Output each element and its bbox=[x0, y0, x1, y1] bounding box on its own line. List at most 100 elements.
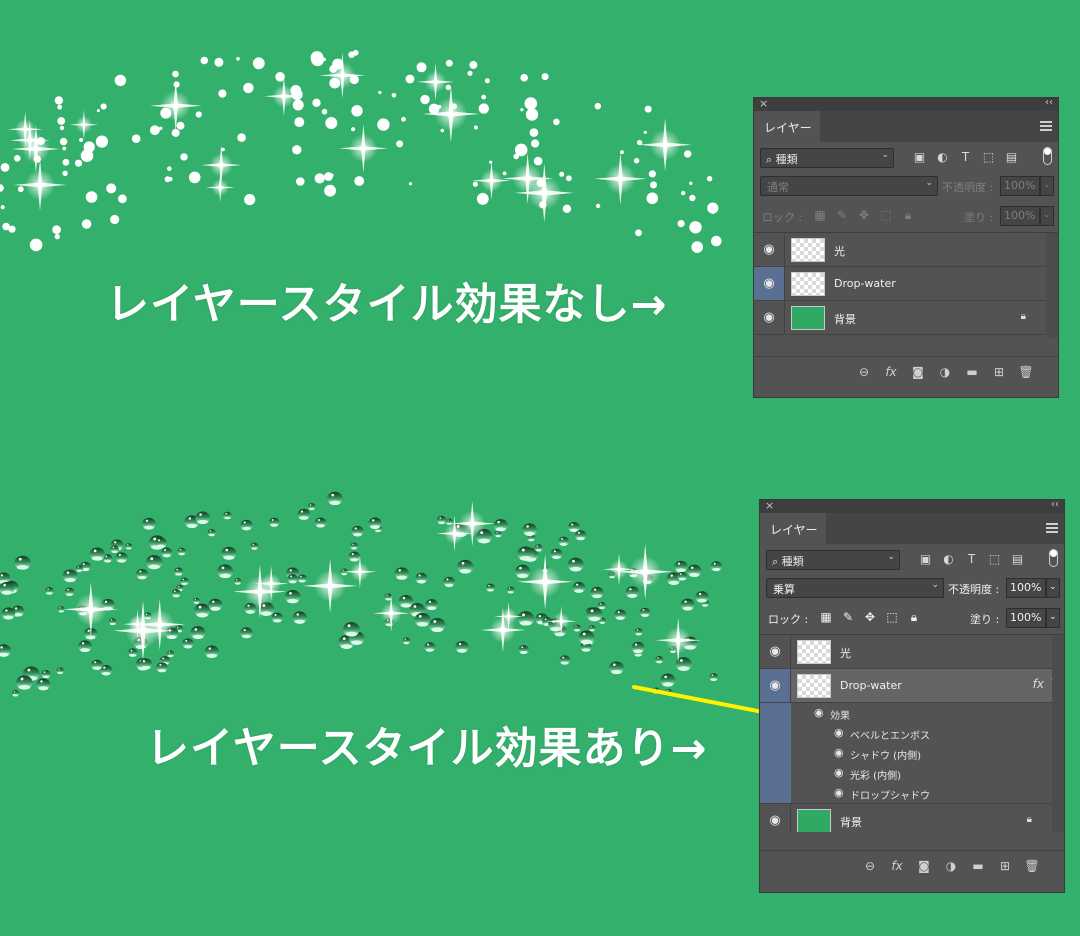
lock-all-icon[interactable]: 🔒︎ bbox=[900, 207, 916, 223]
layer-row[interactable]: ◉ Drop-water fx ⌃ bbox=[760, 669, 1064, 703]
lock-artboard-icon[interactable]: ⬚ bbox=[878, 207, 894, 223]
chevron-down-icon[interactable]: ⌄ bbox=[1040, 176, 1054, 196]
layer-row[interactable]: ◉ 光 bbox=[754, 233, 1058, 267]
panel-menu-icon[interactable] bbox=[1040, 121, 1052, 131]
tab-layers[interactable]: レイヤー bbox=[754, 111, 820, 142]
water-drop bbox=[180, 577, 189, 586]
filter-toggle[interactable] bbox=[1049, 549, 1058, 567]
sparkle-star bbox=[150, 80, 202, 132]
add-mask-icon[interactable]: ◙ bbox=[910, 364, 926, 380]
add-style-icon[interactable]: fx bbox=[883, 364, 899, 380]
new-layer-icon[interactable]: ⊞ bbox=[991, 364, 1007, 380]
opacity-input[interactable]: 100% bbox=[1006, 578, 1046, 598]
eye-icon[interactable]: ◉ bbox=[834, 766, 844, 779]
fill-input[interactable]: 100% bbox=[1006, 608, 1046, 628]
add-mask-icon[interactable]: ◙ bbox=[916, 858, 932, 874]
particle-dot bbox=[502, 171, 507, 176]
eye-icon[interactable]: ◉ bbox=[754, 233, 785, 266]
effect-item[interactable]: ◉ ベベルとエンボス bbox=[760, 723, 1064, 743]
eye-icon[interactable]: ◉ bbox=[834, 746, 844, 759]
shape-filter-icon[interactable]: ⬚ bbox=[981, 149, 996, 164]
particle-dot bbox=[478, 103, 489, 114]
effects-group[interactable]: ◉ 効果 bbox=[760, 703, 1064, 723]
collapse-icon[interactable]: ‹‹ bbox=[1045, 98, 1053, 108]
layers-scrollbar[interactable] bbox=[1052, 635, 1064, 832]
new-adjustment-icon[interactable]: ◑ bbox=[943, 858, 959, 874]
particle-dot bbox=[214, 57, 224, 67]
delete-layer-icon[interactable]: 🗑︎ bbox=[1024, 858, 1040, 874]
image-filter-icon[interactable]: ▣ bbox=[912, 149, 927, 164]
water-drop bbox=[660, 673, 676, 687]
lock-position-icon[interactable]: ✥ bbox=[856, 207, 872, 223]
particle-dot bbox=[353, 107, 362, 116]
effect-item[interactable]: ◉ ドロップシャドウ bbox=[760, 783, 1064, 803]
particle-dot bbox=[321, 108, 328, 115]
water-drop bbox=[436, 515, 447, 525]
opacity-input[interactable]: 100% bbox=[1000, 176, 1040, 196]
layer-row[interactable]: ◉ Drop-water bbox=[754, 267, 1058, 301]
particle-dot bbox=[96, 109, 100, 113]
chevron-down-icon[interactable]: ⌄ bbox=[1040, 206, 1054, 226]
link-layers-icon[interactable]: ⊖ bbox=[856, 364, 872, 380]
smart-object-filter-icon[interactable]: ▤ bbox=[1004, 149, 1019, 164]
layer-row[interactable]: ◉ 背景 🔒︎ bbox=[754, 301, 1058, 335]
blend-mode-select[interactable]: 通常 ⌄ bbox=[760, 176, 938, 196]
eye-icon[interactable]: ◉ bbox=[754, 301, 785, 334]
delete-layer-icon[interactable]: 🗑︎ bbox=[1018, 364, 1034, 380]
lock-position-icon[interactable]: ✥ bbox=[862, 609, 878, 625]
fill-input[interactable]: 100% bbox=[1000, 206, 1040, 226]
close-icon[interactable]: × bbox=[765, 500, 774, 512]
fx-icon[interactable]: fx bbox=[1033, 677, 1044, 691]
water-drop bbox=[62, 569, 78, 583]
blend-mode-value: 通常 bbox=[767, 181, 789, 194]
image-filter-icon[interactable]: ▣ bbox=[918, 551, 933, 566]
lock-paint-icon[interactable]: ✎ bbox=[840, 609, 856, 625]
particle-dot bbox=[541, 73, 549, 81]
eye-icon[interactable]: ◉ bbox=[760, 669, 791, 702]
chevron-down-icon: ⌄ bbox=[887, 552, 895, 562]
new-group-icon[interactable]: ▬ bbox=[964, 364, 980, 380]
smart-object-filter-icon[interactable]: ▤ bbox=[1010, 551, 1025, 566]
layers-scrollbar[interactable] bbox=[1046, 233, 1058, 338]
adjustment-filter-icon[interactable]: ◐ bbox=[941, 551, 956, 566]
type-filter-icon[interactable]: T bbox=[958, 149, 973, 164]
effect-item[interactable]: ◉ 光彩 (内側) bbox=[760, 763, 1064, 783]
water-drop bbox=[710, 561, 723, 572]
shape-filter-icon[interactable]: ⬚ bbox=[987, 551, 1002, 566]
lock-artboard-icon[interactable]: ⬚ bbox=[884, 609, 900, 625]
lock-all-icon[interactable]: 🔒︎ bbox=[906, 609, 922, 625]
adjustment-filter-icon[interactable]: ◐ bbox=[935, 149, 950, 164]
water-drop bbox=[250, 542, 259, 550]
new-adjustment-icon[interactable]: ◑ bbox=[937, 364, 953, 380]
collapse-icon[interactable]: ‹‹ bbox=[1051, 500, 1059, 510]
new-group-icon[interactable]: ▬ bbox=[970, 858, 986, 874]
filter-toggle[interactable] bbox=[1043, 147, 1052, 165]
water-drop bbox=[36, 678, 51, 691]
eye-icon[interactable]: ◉ bbox=[814, 706, 824, 719]
layer-row[interactable]: ◉ 光 bbox=[760, 635, 1064, 669]
filter-kind-select[interactable]: ⌕ 種類 ⌄ bbox=[760, 148, 894, 168]
particle-dot bbox=[252, 57, 265, 70]
eye-icon[interactable]: ◉ bbox=[754, 267, 785, 300]
eye-icon[interactable]: ◉ bbox=[760, 635, 791, 668]
particle-dot bbox=[529, 128, 539, 137]
chevron-down-icon[interactable]: ⌄ bbox=[1046, 608, 1060, 628]
lock-transparent-icon[interactable]: ▦ bbox=[818, 609, 834, 625]
new-layer-icon[interactable]: ⊞ bbox=[997, 858, 1013, 874]
lock-paint-icon[interactable]: ✎ bbox=[834, 207, 850, 223]
eye-icon[interactable]: ◉ bbox=[834, 726, 844, 739]
particle-dot bbox=[57, 117, 66, 125]
chevron-down-icon[interactable]: ⌄ bbox=[1046, 578, 1060, 598]
add-style-icon[interactable]: fx bbox=[889, 858, 905, 874]
lock-transparent-icon[interactable]: ▦ bbox=[812, 207, 828, 223]
particle-dot bbox=[484, 78, 490, 84]
type-filter-icon[interactable]: T bbox=[964, 551, 979, 566]
panel-menu-icon[interactable] bbox=[1046, 523, 1058, 533]
close-icon[interactable]: × bbox=[759, 98, 768, 110]
blend-mode-select[interactable]: 乗算 ⌄ bbox=[766, 578, 944, 598]
link-layers-icon[interactable]: ⊖ bbox=[862, 858, 878, 874]
tab-layers[interactable]: レイヤー bbox=[760, 513, 826, 544]
effect-item[interactable]: ◉ シャドウ (内側) bbox=[760, 743, 1064, 763]
filter-kind-select[interactable]: ⌕ 種類 ⌄ bbox=[766, 550, 900, 570]
eye-icon[interactable]: ◉ bbox=[834, 786, 844, 799]
